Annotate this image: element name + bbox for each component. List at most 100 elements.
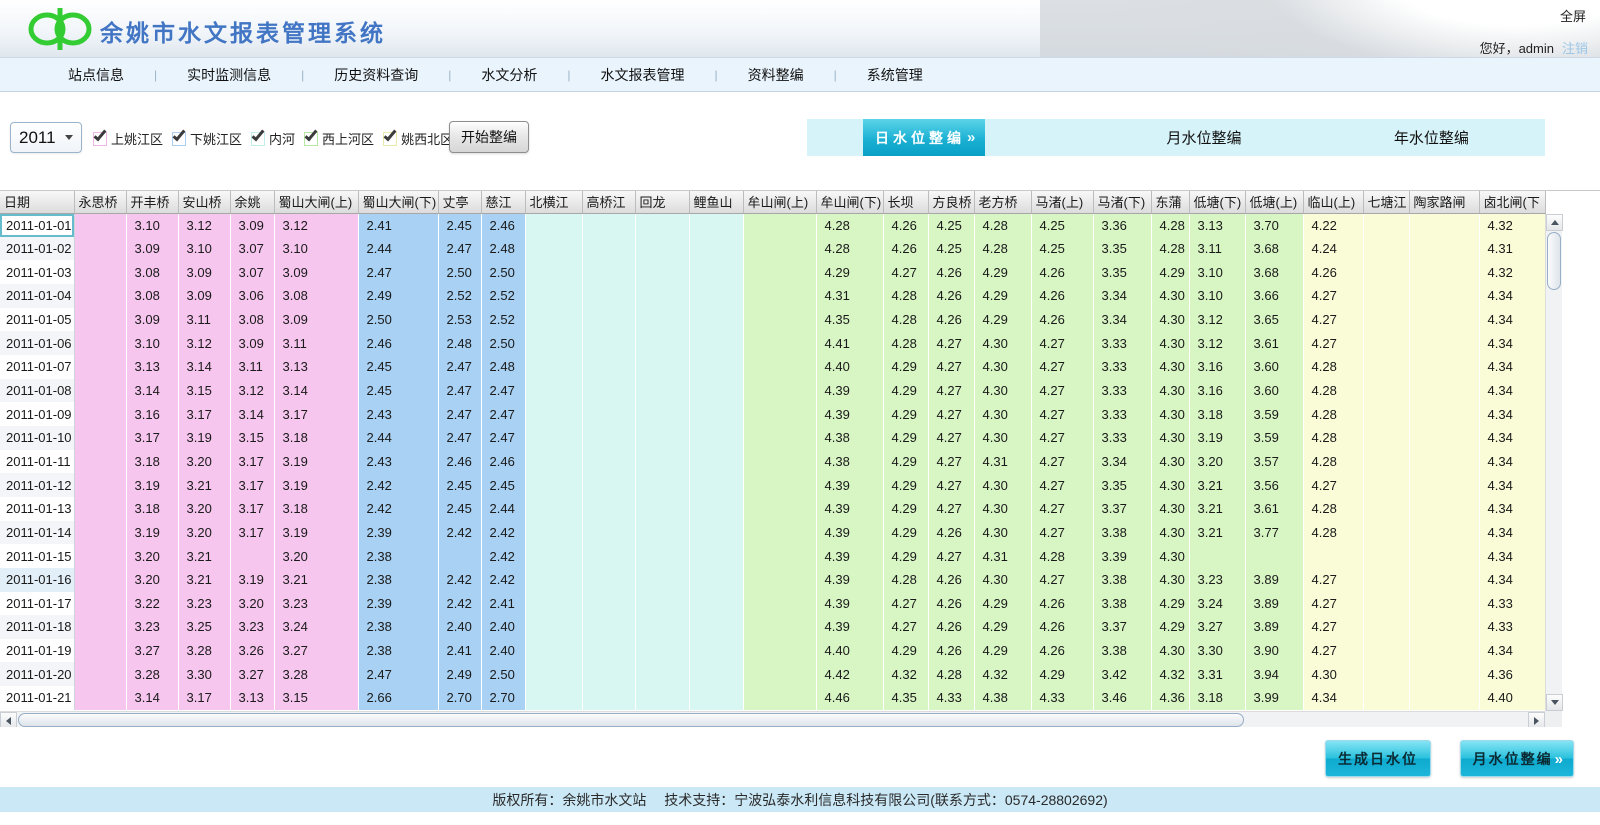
data-cell[interactable] [1363,426,1409,450]
data-cell[interactable]: 3.38 [1093,521,1151,545]
data-cell[interactable] [525,355,582,379]
data-cell[interactable]: 2.41 [438,639,481,663]
data-cell[interactable]: 4.28 [974,237,1031,261]
data-cell[interactable]: 4.26 [928,284,974,308]
data-cell[interactable]: 3.10 [1189,260,1245,284]
data-cell[interactable]: 4.26 [928,308,974,332]
data-cell[interactable]: 4.29 [883,497,928,521]
data-cell[interactable] [1363,639,1409,663]
data-cell[interactable]: 3.13 [230,686,274,710]
data-cell[interactable] [525,686,582,710]
data-cell[interactable]: 4.27 [928,473,974,497]
data-cell[interactable]: 4.39 [816,521,883,545]
data-cell[interactable]: 2.45 [358,355,438,379]
data-cell[interactable]: 3.89 [1245,615,1303,639]
data-cell[interactable]: 4.38 [816,450,883,474]
data-cell[interactable]: 4.31 [1479,237,1545,261]
data-cell[interactable] [74,568,126,592]
data-cell[interactable] [582,260,635,284]
data-cell[interactable]: 3.27 [274,639,358,663]
data-cell[interactable] [525,568,582,592]
data-cell[interactable]: 4.27 [928,450,974,474]
data-cell[interactable] [525,497,582,521]
data-cell[interactable] [582,308,635,332]
data-cell[interactable] [689,450,743,474]
nav-realtime-monitoring[interactable]: 实时监测信息 [157,65,301,85]
data-cell[interactable] [743,308,816,332]
data-cell[interactable]: 4.32 [1479,213,1545,237]
data-cell[interactable]: 2.42 [438,521,481,545]
data-cell[interactable]: 3.14 [230,402,274,426]
data-cell[interactable]: 4.31 [974,544,1031,568]
data-cell[interactable]: 3.08 [126,260,178,284]
data-cell[interactable]: 3.21 [178,544,230,568]
data-cell[interactable]: 4.22 [1303,213,1363,237]
data-cell[interactable]: 4.27 [1303,473,1363,497]
data-cell[interactable] [74,615,126,639]
data-cell[interactable] [582,402,635,426]
data-cell[interactable]: 4.26 [1031,308,1093,332]
data-cell[interactable]: 3.23 [274,592,358,616]
data-cell[interactable]: 4.30 [1151,450,1189,474]
data-cell[interactable] [689,260,743,284]
fullscreen-link[interactable]: 全屏 [1560,6,1586,25]
data-cell[interactable]: 4.34 [1479,355,1545,379]
data-cell[interactable] [1363,544,1409,568]
data-cell[interactable]: 3.34 [1093,450,1151,474]
data-cell[interactable]: 3.11 [230,355,274,379]
data-cell[interactable] [1363,521,1409,545]
data-cell[interactable] [689,686,743,710]
data-cell[interactable] [525,473,582,497]
data-cell[interactable] [1409,544,1479,568]
data-cell[interactable] [1409,568,1479,592]
data-cell[interactable]: 4.26 [883,213,928,237]
data-cell[interactable]: 3.24 [274,615,358,639]
data-cell[interactable]: 4.28 [1303,450,1363,474]
data-cell[interactable]: 3.27 [230,662,274,686]
data-cell[interactable]: 4.27 [928,426,974,450]
data-cell[interactable]: 2.50 [481,260,525,284]
data-cell[interactable]: 2.45 [438,473,481,497]
date-cell[interactable]: 2011-01-09 [0,402,74,426]
data-cell[interactable]: 4.32 [883,662,928,686]
data-cell[interactable] [525,284,582,308]
data-cell[interactable] [1409,592,1479,616]
data-cell[interactable]: 3.24 [1189,592,1245,616]
data-cell[interactable]: 4.32 [974,662,1031,686]
data-cell[interactable]: 2.40 [438,615,481,639]
data-cell[interactable]: 4.30 [1151,639,1189,663]
data-cell[interactable]: 4.34 [1479,473,1545,497]
data-cell[interactable] [1363,568,1409,592]
data-cell[interactable]: 3.18 [126,450,178,474]
data-cell[interactable]: 4.29 [883,402,928,426]
data-cell[interactable]: 3.28 [274,662,358,686]
date-cell[interactable]: 2011-01-11 [0,450,74,474]
date-cell[interactable]: 2011-01-06 [0,331,74,355]
data-cell[interactable]: 3.68 [1245,237,1303,261]
data-cell[interactable]: 4.30 [974,473,1031,497]
data-cell[interactable] [1409,686,1479,710]
data-cell[interactable]: 2.41 [481,592,525,616]
data-cell[interactable]: 3.12 [230,379,274,403]
data-cell[interactable] [743,402,816,426]
data-cell[interactable]: 3.09 [178,260,230,284]
data-cell[interactable] [689,662,743,686]
data-cell[interactable] [525,260,582,284]
data-cell[interactable] [743,379,816,403]
data-cell[interactable]: 4.29 [883,379,928,403]
data-cell[interactable]: 3.20 [178,521,230,545]
data-cell[interactable] [743,662,816,686]
data-cell[interactable] [1363,497,1409,521]
data-cell[interactable]: 2.38 [358,568,438,592]
data-cell[interactable]: 3.18 [274,497,358,521]
data-cell[interactable]: 3.18 [274,426,358,450]
data-cell[interactable] [582,331,635,355]
data-cell[interactable]: 3.09 [230,331,274,355]
data-cell[interactable]: 4.28 [1151,237,1189,261]
data-cell[interactable]: 3.12 [1189,331,1245,355]
data-cell[interactable] [635,308,689,332]
data-cell[interactable] [689,473,743,497]
data-cell[interactable]: 2.42 [481,544,525,568]
data-cell[interactable] [525,592,582,616]
data-cell[interactable]: 3.70 [1245,213,1303,237]
